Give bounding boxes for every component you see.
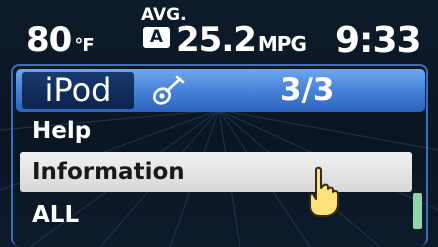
- hand-pointer-icon: [309, 166, 339, 217]
- temperature-unit: °F: [74, 35, 94, 56]
- status-bar: 80 °F AVG. A 25.2 MPG 9:33: [0, 0, 438, 62]
- scroll-thumb[interactable]: [413, 193, 422, 229]
- menu-item-information[interactable]: Information: [20, 152, 412, 192]
- page-indicator: 3/3: [280, 72, 335, 108]
- menu-item-all[interactable]: ALL: [20, 195, 412, 235]
- fuel-economy-value: 25.2: [176, 20, 257, 60]
- fuel-economy: 25.2 MPG: [176, 20, 307, 60]
- guitar-icon: [153, 75, 185, 105]
- temperature-value: 80: [26, 20, 72, 60]
- clock: 9:33: [335, 20, 422, 61]
- outside-temperature: 80 °F: [26, 20, 95, 60]
- avg-trip-badge: A: [143, 27, 170, 48]
- source-tab[interactable]: iPod: [22, 72, 134, 109]
- menu-item-help[interactable]: Help: [20, 111, 412, 151]
- audio-display: 80 °F AVG. A 25.2 MPG 9:33 iPod 3/3 Help I…: [0, 0, 438, 247]
- fuel-economy-unit: MPG: [257, 32, 307, 56]
